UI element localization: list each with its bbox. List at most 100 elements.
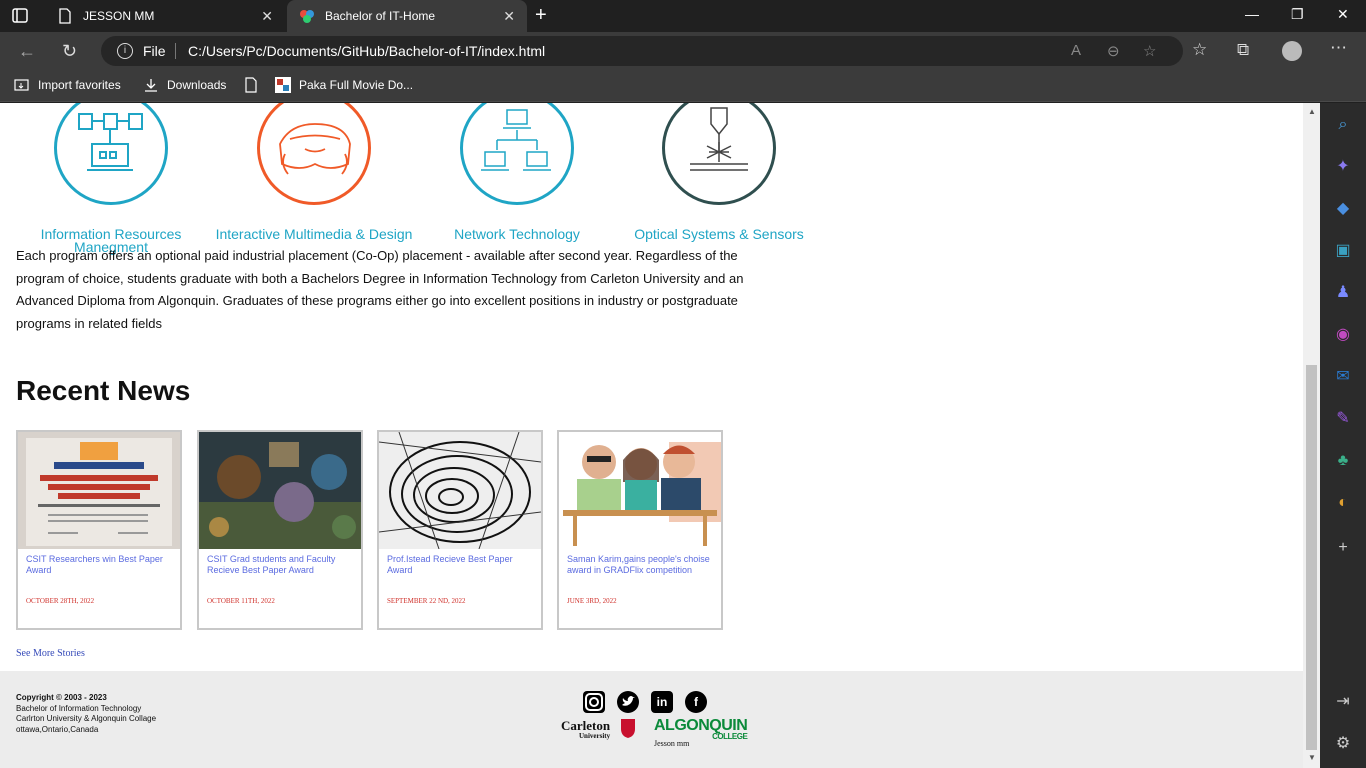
facebook-icon[interactable]: f [685, 691, 707, 713]
paka-favorite[interactable]: Paka Full Movie Do... [275, 77, 413, 93]
copyright-block: Copyright © 2003 - 2023 Bachelor of Info… [16, 693, 156, 735]
social-links: in f [583, 691, 707, 713]
linkedin-icon[interactable]: in [651, 691, 673, 713]
footer: Copyright © 2003 - 2023 Bachelor of Info… [0, 671, 1303, 768]
scheme-label: File [143, 43, 166, 59]
add-icon[interactable]: + [1334, 539, 1352, 557]
fav-label: Import favorites [38, 78, 121, 92]
swirl-sketch-image [379, 432, 541, 549]
program-card[interactable]: Network Technology [417, 103, 617, 241]
favorites-bar: Import favorites Downloads Paka Full Mov… [0, 70, 1366, 102]
scroll-up-icon[interactable]: ▲ [1308, 107, 1316, 116]
program-card[interactable]: Information Resources Manegment [11, 103, 211, 254]
carleton-shield-icon [621, 719, 635, 738]
footer-line: Bachelor of Information Technology [16, 703, 142, 713]
microsoft365-icon[interactable]: ◉ [1334, 326, 1352, 344]
tab-jesson[interactable]: JESSON MM ✕ [45, 0, 285, 32]
news-date: June 3rd, 2022 [567, 597, 617, 605]
news-title[interactable]: Saman Karim,gains people's choise award … [559, 549, 721, 597]
profile-avatar[interactable] [1282, 41, 1302, 61]
tab-bachelor-it[interactable]: Bachelor of IT-Home ✕ [287, 0, 527, 32]
back-icon[interactable]: ← [18, 41, 36, 62]
address-bar[interactable]: i File C:/Users/Pc/Documents/GitHub/Bach… [101, 36, 1183, 66]
see-more-stories-link[interactable]: See More Stories [16, 648, 85, 659]
sidebar-toggle-icon[interactable]: ⇥ [1334, 693, 1352, 711]
best-paper-certificate-image [18, 432, 180, 549]
news-card[interactable]: CSIT Grad students and Faculty Recieve B… [197, 430, 363, 630]
edge-sidebar: ⌕ ✦ ◆ ▣ ♟ ◉ ✉ ✎ ♣ ◐ + ⇥ ⚙ [1320, 103, 1366, 768]
settings-icon[interactable]: ⚙ [1334, 735, 1352, 753]
news-date: September 22 nd, 2022 [387, 597, 466, 605]
minimize-icon[interactable]: — [1245, 6, 1259, 22]
program-description: Each program offers an optional paid ind… [16, 248, 744, 332]
program-label: Interactive Multimedia & Design [215, 226, 413, 242]
downloads-favorite[interactable]: Downloads [143, 77, 226, 93]
page-icon [243, 77, 259, 93]
copilot-icon[interactable]: ✦ [1334, 158, 1352, 176]
scroll-thumb[interactable] [1306, 365, 1317, 750]
address-bar-row: ← ↻ i File C:/Users/Pc/Documents/GitHub/… [0, 32, 1366, 70]
games-icon[interactable]: ♟ [1334, 284, 1352, 302]
page-content: Information Resources Manegment Interact… [0, 103, 1303, 768]
url-text[interactable]: C:/Users/Pc/Documents/GitHub/Bachelor-of… [188, 43, 545, 59]
program-card[interactable]: Optical Systems & Sensors [619, 103, 819, 241]
laser-icon [662, 103, 776, 205]
program-card[interactable]: Interactive Multimedia & Design [214, 103, 414, 241]
program-label: Optical Systems & Sensors [634, 226, 804, 242]
favorites-icon[interactable]: ☆ [1192, 40, 1207, 60]
page-favorite[interactable] [243, 77, 267, 93]
scroll-down-icon[interactable]: ▼ [1308, 753, 1316, 762]
news-card[interactable]: Saman Karim,gains people's choise award … [557, 430, 723, 630]
fav-label: Paka Full Movie Do... [299, 78, 414, 92]
site-favicon-icon [299, 8, 315, 24]
network-icon [460, 103, 574, 205]
collections-icon[interactable]: ⧉ [1237, 40, 1249, 60]
designer-icon[interactable]: ✎ [1334, 410, 1352, 428]
instagram-icon[interactable] [583, 691, 605, 713]
scrollbar[interactable]: ▲ ▼ [1303, 103, 1320, 768]
recent-news-heading: Recent News [16, 375, 191, 406]
flowchart-icon [54, 103, 168, 205]
news-date: October 28th, 2022 [26, 597, 95, 605]
divider [175, 43, 176, 59]
search-icon[interactable]: ⌕ [1334, 116, 1352, 134]
footer-line: ottawa,Ontario,Canada [16, 724, 99, 734]
add-favorite-icon[interactable]: ☆ [1143, 42, 1156, 60]
restore-icon[interactable]: ❐ [1291, 6, 1304, 23]
program-label: Network Technology [454, 226, 580, 242]
news-title[interactable]: CSIT Grad students and Faculty Recieve B… [199, 549, 361, 597]
news-title[interactable]: CSIT Researchers win Best Paper Award [18, 549, 180, 597]
outlook-icon[interactable]: ✉ [1334, 368, 1352, 386]
footer-line: Carlrton University & Algonquin Collage [16, 714, 157, 723]
news-card[interactable]: Prof.Istead Recieve Best Paper Award Sep… [377, 430, 543, 630]
tools-briefcase-icon[interactable]: ▣ [1334, 242, 1352, 260]
zoom-icon[interactable]: ⊖ [1107, 42, 1120, 60]
shopping-tag-icon[interactable]: ◆ [1334, 200, 1352, 218]
more-options-icon[interactable]: ⋯ [1330, 38, 1347, 58]
close-window-icon[interactable]: ✕ [1337, 6, 1349, 23]
news-date: October 11th, 2022 [207, 597, 275, 605]
tree-icon[interactable]: ♣ [1334, 452, 1352, 470]
game-scene-image [199, 432, 361, 549]
tab-title: Bachelor of IT-Home [325, 9, 436, 23]
close-tab-icon[interactable]: ✕ [261, 8, 273, 25]
vr-headset-icon [257, 103, 371, 205]
algonquin-logo: ALGONQUIN COLLEGE [654, 717, 748, 741]
tab-actions-icon[interactable] [10, 7, 30, 25]
close-tab-icon[interactable]: ✕ [503, 8, 515, 25]
carleton-name: Carleton [561, 718, 611, 733]
read-aloud-icon[interactable]: A [1071, 42, 1081, 59]
news-title[interactable]: Prof.Istead Recieve Best Paper Award [379, 549, 541, 597]
import-favorites[interactable]: Import favorites [14, 77, 121, 93]
import-icon [14, 77, 30, 93]
news-card[interactable]: CSIT Researchers win Best Paper Award Oc… [16, 430, 182, 630]
page-icon [57, 8, 73, 24]
copyright-line: Copyright © 2003 - 2023 [16, 693, 107, 702]
twitter-icon[interactable] [617, 691, 639, 713]
new-tab-icon[interactable]: + [535, 4, 547, 27]
drop-icon[interactable]: ◐ [1334, 494, 1352, 512]
info-icon[interactable]: i [117, 43, 133, 59]
download-icon [143, 77, 159, 93]
tab-title: JESSON MM [83, 9, 155, 23]
refresh-icon[interactable]: ↻ [62, 41, 77, 62]
